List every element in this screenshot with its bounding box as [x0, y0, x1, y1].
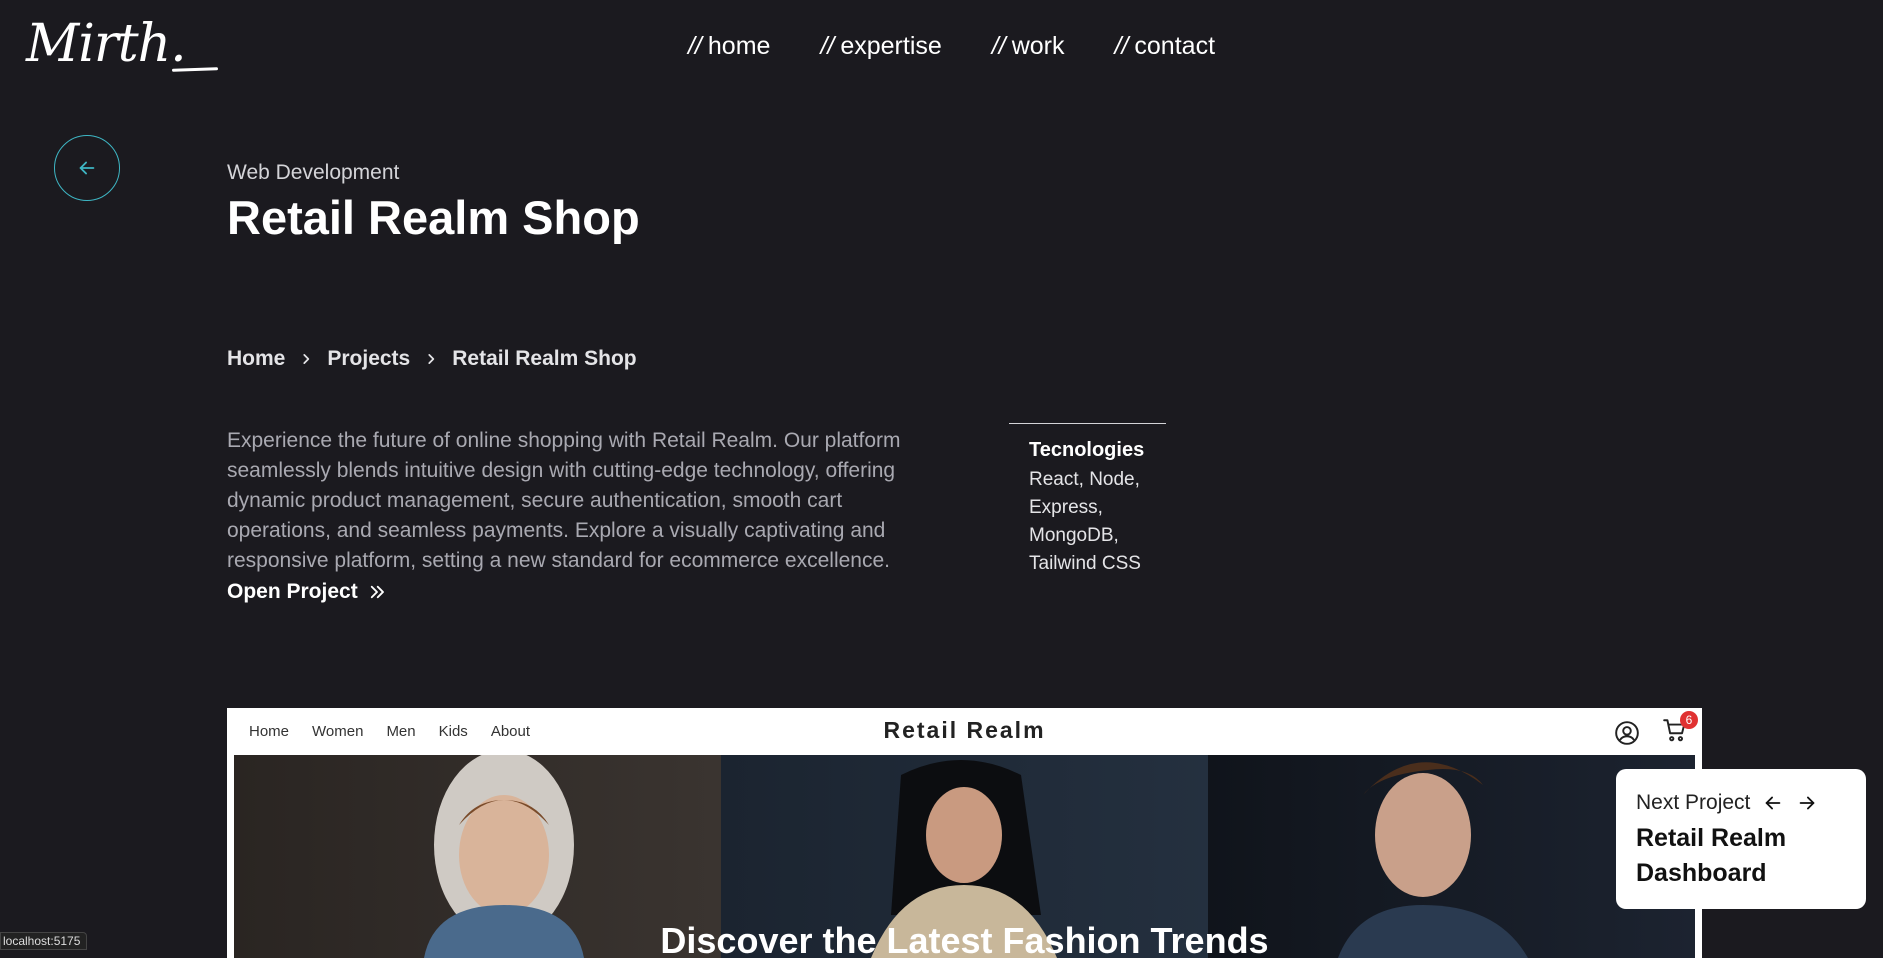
next-project-label: Next Project	[1636, 791, 1751, 814]
browser-status-url: localhost:5175	[0, 932, 88, 950]
arrow-left-icon	[1766, 796, 1781, 810]
project-category: Web Development	[227, 161, 400, 184]
chevron-right-icon	[424, 352, 438, 366]
project-preview: Home Women Men Kids About Retail Realm 6	[227, 708, 1702, 958]
next-project-arrow[interactable]	[1796, 792, 1818, 814]
user-icon	[1615, 720, 1639, 745]
nav-prefix: //	[687, 32, 702, 60]
preview-hero-heading: Discover the Latest Fashion Trends	[660, 920, 1269, 958]
nav-expertise[interactable]: //expertise	[820, 32, 941, 61]
arrow-right-icon	[1800, 796, 1815, 810]
open-project-label: Open Project	[227, 580, 358, 603]
main-nav: //home //expertise //work //contact	[0, 32, 1883, 61]
nav-label: expertise	[840, 32, 942, 60]
double-chevron-right-icon	[370, 585, 384, 599]
nav-prefix: //	[820, 32, 835, 60]
nav-label: home	[707, 32, 771, 60]
breadcrumb-projects[interactable]: Projects	[327, 347, 410, 371]
nav-prefix: //	[991, 32, 1006, 60]
technologies-list: React, Node, Express, MongoDB, Tailwind …	[1029, 469, 1141, 574]
nav-label: contact	[1134, 32, 1216, 60]
logo-underline	[171, 67, 219, 72]
chevron-right-icon	[299, 352, 313, 366]
preview-hero: Discover the Latest Fashion Trends	[234, 755, 1695, 958]
arrow-left-icon	[79, 161, 95, 175]
prev-project-arrow[interactable]	[1762, 792, 1784, 814]
next-project-card[interactable]: Next Project Retail Realm Dashboard	[1616, 769, 1866, 909]
technologies-panel: Tecnologies React, Node, Express, MongoD…	[1009, 423, 1166, 578]
preview-navbar: Home Women Men Kids About Retail Realm 6	[227, 708, 1702, 754]
nav-label: work	[1011, 32, 1065, 60]
next-project-title: Retail Realm Dashboard	[1636, 824, 1787, 887]
cart-icon: 6	[1662, 711, 1698, 748]
page-title: Retail Realm Shop	[227, 191, 640, 244]
breadcrumb-home[interactable]: Home	[227, 347, 285, 371]
preview-brand: Retail Realm	[883, 717, 1046, 743]
breadcrumb-current: Retail Realm Shop	[452, 347, 637, 370]
breadcrumb: Home Projects Retail Realm Shop	[227, 347, 637, 371]
project-description: Experience the future of online shopping…	[227, 429, 901, 572]
nav-work[interactable]: //work	[992, 32, 1065, 61]
nav-contact[interactable]: //contact	[1115, 32, 1216, 61]
back-button[interactable]	[54, 135, 120, 201]
cart-badge: 6	[1680, 711, 1698, 729]
open-project-link[interactable]: Open Project	[227, 580, 386, 604]
nav-prefix: //	[1114, 32, 1129, 60]
technologies-title: Tecnologies	[1029, 439, 1145, 461]
nav-home[interactable]: //home	[688, 32, 770, 61]
